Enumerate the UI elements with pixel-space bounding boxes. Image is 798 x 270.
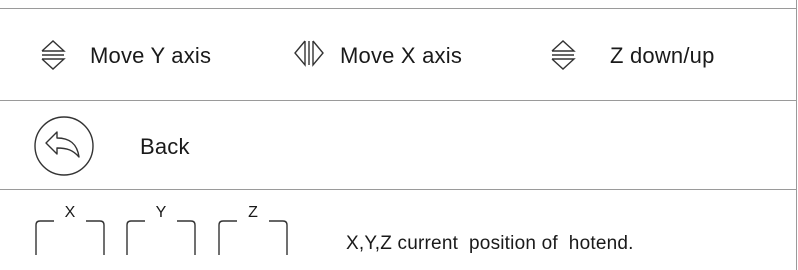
- movement-row: Move Y axis Move X axis Z down/up: [0, 8, 797, 100]
- up-down-arrows-icon[interactable]: [550, 38, 576, 72]
- x-axis-label: X: [64, 204, 76, 221]
- back-arrow-icon[interactable]: [33, 115, 95, 177]
- z-axis-label: Z: [248, 204, 258, 221]
- z-label: Z down/up: [610, 43, 715, 68]
- up-down-arrows-icon[interactable]: [40, 38, 66, 72]
- position-description: X,Y,Z current position of hotend.: [346, 233, 634, 254]
- move-y-label: Move Y axis: [90, 43, 212, 68]
- back-label: Back: [140, 134, 190, 159]
- position-row: X Y Z X,Y,Z current position of hotend.: [0, 189, 797, 270]
- back-row: Back: [0, 100, 797, 189]
- move-x-label: Move X axis: [340, 43, 463, 68]
- y-axis-label: Y: [155, 204, 167, 221]
- left-right-arrows-icon[interactable]: [292, 39, 326, 67]
